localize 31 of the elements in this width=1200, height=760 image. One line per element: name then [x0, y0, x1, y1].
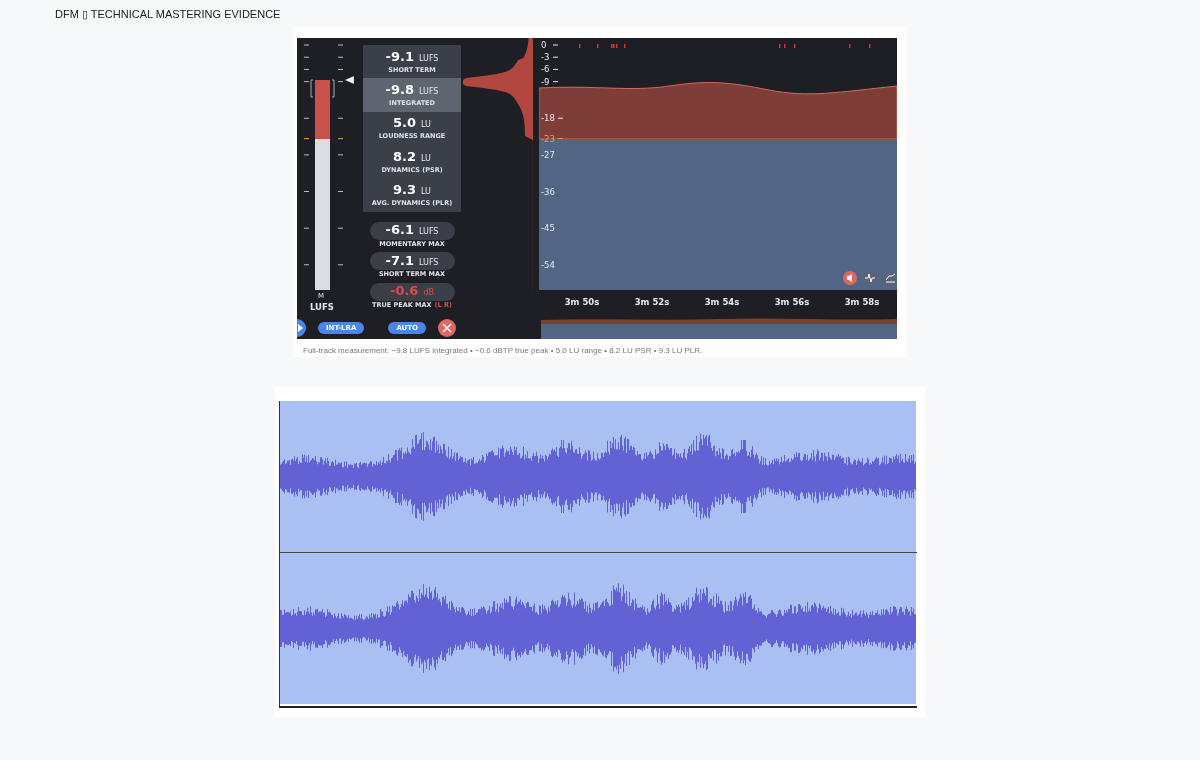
graph-icon[interactable] — [883, 271, 895, 285]
max-reading: -0.6 dB — [369, 282, 455, 301]
y-axis-label: -23 — [541, 133, 555, 144]
y-axis-label: -18 — [541, 113, 555, 124]
unit-label: LUFS — [310, 302, 334, 312]
y-axis-label: -45 — [541, 223, 555, 234]
y-axis-label: 0 — [541, 40, 547, 50]
y-axis-label: -36 — [541, 186, 555, 197]
y-axis-label: -6 — [541, 64, 550, 75]
stat-value: 5.0 LU — [393, 115, 431, 133]
figure-caption: Full-track measurement: −9.8 LUFS integrated • −0.6 dBTP true peak • 5.0 LU range • 8.2 LU PSR • 9.3 LU PLR. — [302, 345, 704, 355]
y-axis-label: -27 — [541, 149, 555, 160]
y-axis-label: -9 — [541, 76, 550, 87]
max-reading: -6.1 LUFS — [369, 221, 455, 240]
stat-value: 9.3 LU — [393, 182, 431, 200]
x-axis-label: 3m 54s — [704, 297, 740, 307]
max-reading: -7.1 LUFS — [369, 252, 455, 271]
page-title: DFM ▯ TECHNICAL MASTERING EVIDENCE — [54, 7, 282, 22]
close-icon[interactable] — [438, 319, 456, 337]
x-axis-label: 3m 52s — [634, 297, 670, 307]
x-axis-label: 3m 50s — [564, 297, 600, 307]
x-axis-label: 3m 56s — [774, 297, 810, 307]
stat-value: 8.2 LU — [393, 148, 431, 166]
speaker-icon[interactable] — [843, 271, 857, 285]
waveform-icon[interactable] — [863, 271, 877, 285]
y-axis-label: -54 — [541, 259, 555, 270]
stat-value: -9.1 LUFS — [385, 48, 439, 66]
play-icon[interactable] — [297, 319, 306, 337]
y-axis-label: -3 — [541, 52, 550, 63]
stat-value: -9.8 LUFS — [385, 82, 439, 100]
x-axis-label: 3m 58s — [844, 297, 880, 307]
